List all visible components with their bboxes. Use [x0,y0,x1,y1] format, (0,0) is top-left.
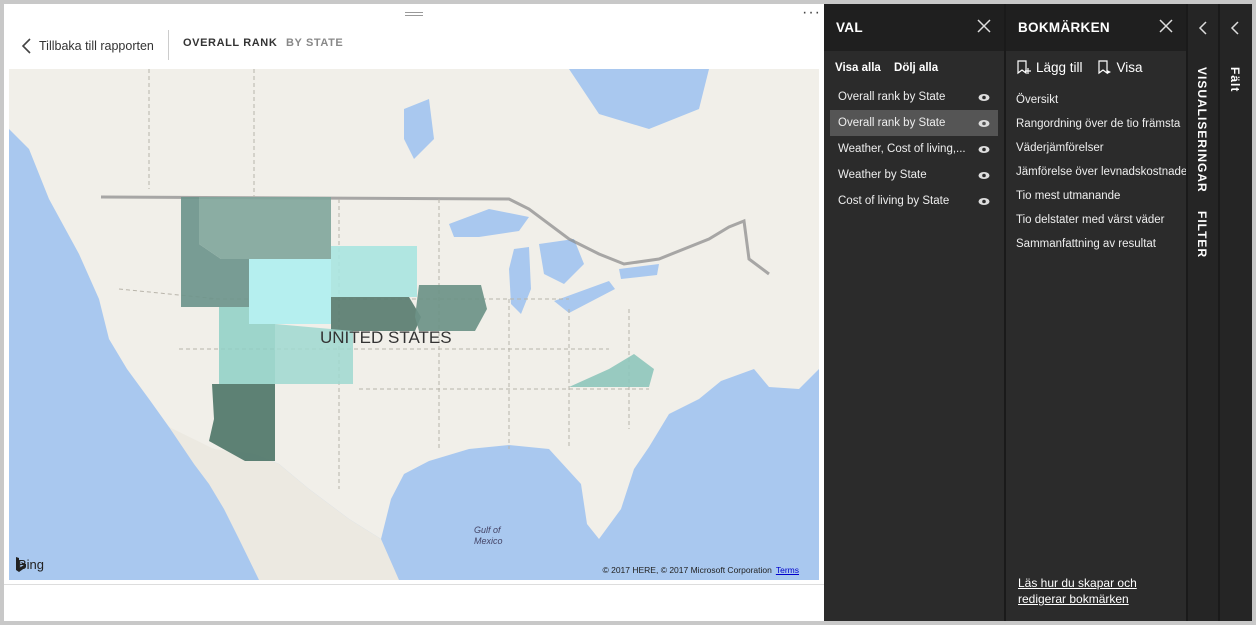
nav-separator [168,30,169,60]
gulf-label-2: Mexico [474,536,503,546]
app-frame: ··· Tillbaka till rapporten OVERALL RANK… [4,4,1252,621]
visualizations-filter-rail: VISUALISERINGAR FILTER [1188,4,1218,621]
bookmark-list: Översikt Rangordning över de tio främsta… [1016,88,1191,256]
selection-pane: VAL Visa alla Dölj alla Overall rank by … [824,4,1004,621]
bookmarks-pane-title: BOKMÄRKEN [1018,20,1110,35]
selection-pane-header: VAL [824,4,1004,51]
close-bookmarks-pane-icon[interactable] [1158,18,1174,34]
bookmarks-pane: BOKMÄRKEN Lägg till Visa Översikt Rangor… [1006,4,1191,621]
selection-item-label: Cost of living by State [838,195,950,207]
tab-overall-rank[interactable]: OVERALL RANK [183,37,277,49]
bookmarks-pane-header: BOKMÄRKEN [1006,4,1186,51]
selection-item-selected[interactable]: Overall rank by State [830,110,998,136]
close-selection-pane-icon[interactable] [976,18,992,34]
add-bookmark-label: Lägg till [1036,59,1083,75]
bing-logo: Bing [15,557,44,572]
bookmark-item[interactable]: Sammanfattning av resultat [1016,232,1186,256]
bookmark-item[interactable]: Översikt [1016,88,1186,112]
selection-item[interactable]: Weather by State [830,162,998,188]
selection-item[interactable]: Cost of living by State [830,188,998,214]
country-label: UNITED STATES [320,328,452,347]
selection-item-label: Weather, Cost of living,... [838,143,966,155]
map-copyright: © 2017 HERE, © 2017 Microsoft Corporatio… [602,565,799,575]
bookmark-item[interactable]: Jämförelse över levnadskostnader [1016,160,1191,184]
state-wyoming [249,259,331,324]
map-canvas: UNITED STATES Gulf of Mexico [9,69,819,580]
view-bookmarks-label: Visa [1116,59,1143,75]
map-visual[interactable]: UNITED STATES Gulf of Mexico Bing © 2017… [9,69,819,580]
selection-item[interactable]: Weather, Cost of living,... [830,136,998,162]
bookmark-actions: Lägg till Visa [1016,59,1157,75]
eye-icon[interactable] [978,93,990,102]
add-bookmark-button[interactable]: Lägg till [1016,59,1083,75]
terms-link[interactable]: Terms [776,565,799,575]
bookmark-item[interactable]: Rangordning över de tio främsta [1016,112,1186,136]
state-iowa [415,285,487,331]
more-options-icon[interactable]: ··· [802,4,821,22]
filter-tab[interactable]: FILTER [1195,211,1209,258]
chevron-left-icon [21,38,31,54]
state-south-dakota [331,246,417,297]
fields-tab[interactable]: Fält [1228,67,1242,92]
selection-item-label: Weather by State [838,169,927,181]
report-nav: Tillbaka till rapporten OVERALL RANK BY … [4,24,824,68]
copyright-text: © 2017 HERE, © 2017 Microsoft Corporatio… [602,565,772,575]
eye-icon[interactable] [978,119,990,128]
selection-item-label: Overall rank by State [838,117,946,129]
state-montana [199,197,331,259]
back-to-report-button[interactable]: Tillbaka till rapporten [20,36,154,56]
chevron-left-icon[interactable] [1229,21,1241,35]
fields-rail: Fält [1220,4,1252,621]
bookmark-item[interactable]: Tio delstater med värst väder [1016,208,1186,232]
eye-icon[interactable] [978,171,990,180]
view-bookmarks-button[interactable]: Visa [1097,59,1143,75]
bing-icon [16,557,26,572]
eye-icon[interactable] [978,197,990,206]
back-label: Tillbaka till rapporten [39,39,154,53]
selection-actions: Visa alla Dölj alla [835,62,948,74]
chevron-left-icon[interactable] [1197,21,1209,35]
drag-handle[interactable] [405,12,423,16]
bookmarks-help-link[interactable]: Läs hur du skapar och redigerar bokmärke… [1018,575,1168,607]
bookmark-item[interactable]: Tio mest utmanande [1016,184,1186,208]
selection-list: Overall rank by State Overall rank by St… [830,84,998,214]
view-bookmark-icon [1097,60,1111,75]
add-bookmark-icon [1017,60,1031,75]
report-bottom-strip [4,584,824,621]
selection-item-label: Overall rank by State [838,91,946,103]
bookmark-item[interactable]: Väderjämförelser [1016,136,1186,160]
hide-all-button[interactable]: Dölj alla [894,62,938,74]
eye-icon[interactable] [978,145,990,154]
selection-item[interactable]: Overall rank by State [830,84,998,110]
state-nebraska [331,297,421,331]
show-all-button[interactable]: Visa alla [835,62,881,74]
report-canvas: ··· Tillbaka till rapporten OVERALL RANK… [4,4,824,621]
selection-pane-title: VAL [836,20,863,35]
gulf-label-1: Gulf of [474,525,502,535]
visualizations-tab[interactable]: VISUALISERINGAR [1195,67,1209,193]
tab-by-state[interactable]: BY STATE [286,37,343,49]
